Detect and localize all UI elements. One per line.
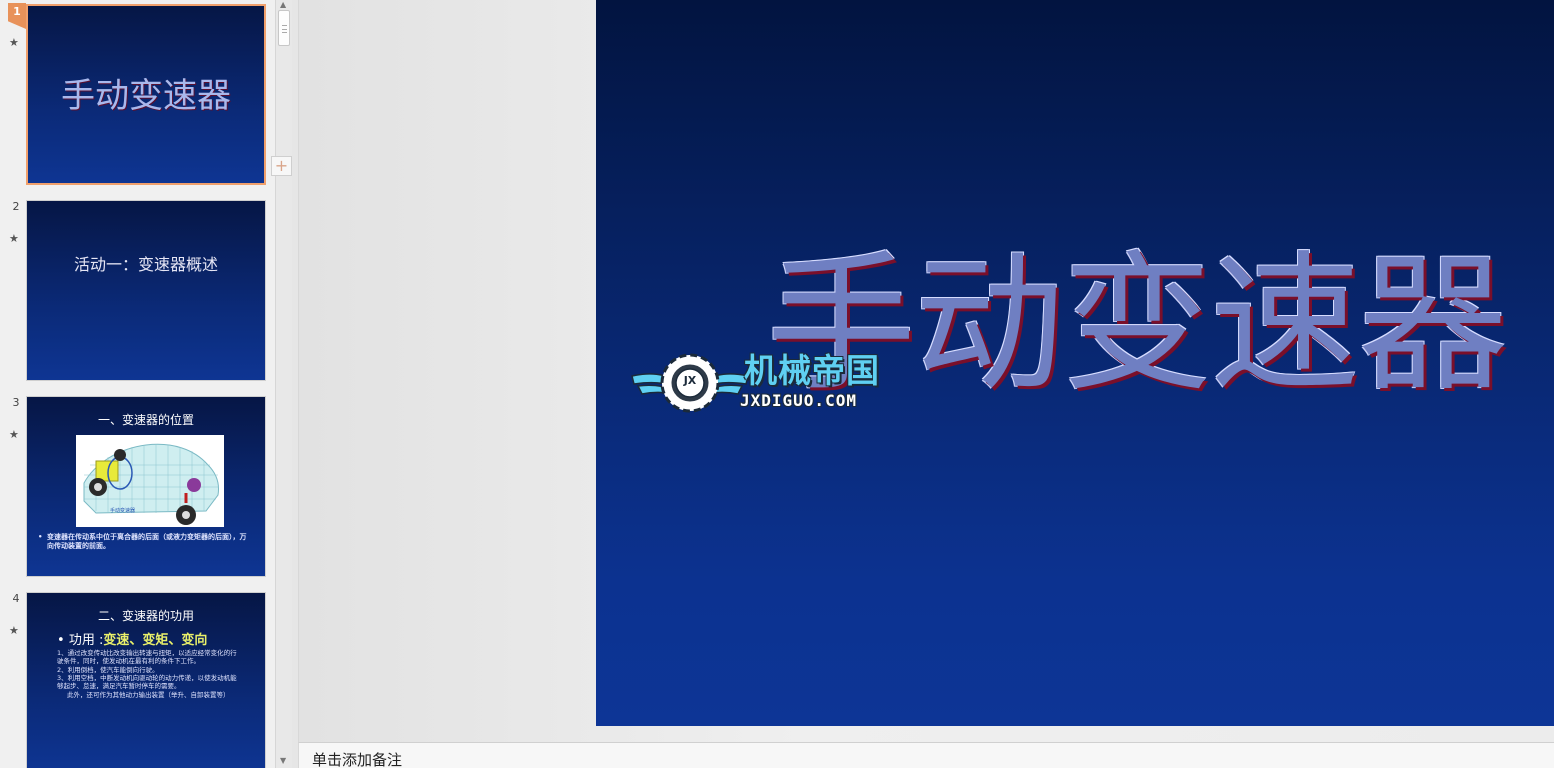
slide-number: 2 xyxy=(12,200,20,213)
bullet-prefix: 功用 : xyxy=(68,633,104,648)
notes-pane[interactable]: 单击添加备注 xyxy=(298,742,1554,768)
slide-thumbnail-3[interactable]: 一、变速器的位置 手动变速器 • 变速器在传动系中位于离合器的后面（或液力变矩器… xyxy=(26,396,266,577)
watermark-chinese: 机械帝国 xyxy=(744,351,880,390)
thumbnail-title: 活动一：变速器概述 xyxy=(73,255,218,274)
thumbnail-caption: 变速器在传动系中位于离合器的后面（或液力变矩器的后面），万向传动装置的前面。 xyxy=(38,533,251,551)
plus-icon[interactable]: + xyxy=(271,156,292,176)
thumbnail-heading: 二、变速器的功用 xyxy=(97,609,194,623)
thumbnail-heading: 一、变速器的位置 xyxy=(97,413,194,427)
slide-number: 1 xyxy=(8,3,26,29)
star-icon: ★ xyxy=(9,232,19,245)
scroll-down-icon[interactable]: ▼ xyxy=(280,756,286,765)
thumbnail-title: 手动变速器 xyxy=(61,76,231,116)
slide-thumbnail-2[interactable]: 活动一：变速器概述 xyxy=(26,200,266,381)
thumbnail-body: 1、通过改变传动比改变输出转速与扭矩，以适应经常变化的行驶条件，同时，使发动机在… xyxy=(57,649,241,699)
thumbnail-row-3[interactable]: 3 ★ 一、变速器的位置 手动变速器 • 变速器在传动系中位于离合器的后面（或液… xyxy=(0,396,275,580)
slide-thumbnail-4[interactable]: 二、变速器的功用 • 功用 :变速、变矩、变向 1、通过改变传动比改变输出转速与… xyxy=(26,592,266,768)
body-line: 2、利用倒档，使汽车能倒向行驶。 xyxy=(57,665,159,674)
body-line: 此外，还可作为其他动力输出装置（举升、自卸装置等） xyxy=(67,690,230,699)
scroll-thumb[interactable] xyxy=(278,10,290,46)
body-line: 3、利用空档，中断发动机向驱动轮的动力传递，以使发动机能够起步、怠速，满足汽车暂… xyxy=(57,674,237,690)
star-icon: ★ xyxy=(9,36,19,49)
car-wireframe-icon xyxy=(83,443,219,525)
scroll-up-icon[interactable]: ▲ xyxy=(280,0,286,9)
watermark-logo: JX 机械帝国 JXDIGUO.COM xyxy=(630,350,930,416)
grip-icon xyxy=(282,25,287,33)
watermark-domain: JXDIGUO.COM xyxy=(740,391,857,410)
bullet-highlight: 变速、变矩、变向 xyxy=(103,633,208,648)
body-line: 1、通过改变传动比改变输出转速与扭矩，以适应经常变化的行驶条件，同时，使发动机在… xyxy=(57,649,237,665)
star-icon: ★ xyxy=(9,428,19,441)
slide-thumbnail-1[interactable]: 手动变速器 xyxy=(26,4,266,185)
thumbnail-scrollbar[interactable]: ▲ ▼ xyxy=(275,0,292,768)
notes-placeholder[interactable]: 单击添加备注 xyxy=(312,749,402,768)
star-icon: ★ xyxy=(9,624,19,637)
slide-thumbnail-panel: 1 ★ 手动变速器 2 ★ 活动一：变速器概述 3 ★ 一、变速器的位置 手动变… xyxy=(0,0,275,768)
slide-number: 3 xyxy=(12,396,20,409)
thumbnail-row-1[interactable]: 1 ★ 手动变速器 xyxy=(0,3,275,188)
slide-number: 4 xyxy=(12,592,20,605)
thumbnail-bullet: • 功用 :变速、变矩、变向 xyxy=(57,633,208,648)
watermark-badge: JX xyxy=(683,374,697,387)
car-diagram-image: 手动变速器 xyxy=(76,435,224,527)
thumbnail-row-4[interactable]: 4 ★ 二、变速器的功用 • 功用 :变速、变矩、变向 1、通过改变传动比改变输… xyxy=(0,592,275,768)
image-label: 手动变速器 xyxy=(110,508,136,514)
thumbnail-row-2[interactable]: 2 ★ 活动一：变速器概述 xyxy=(0,200,275,384)
